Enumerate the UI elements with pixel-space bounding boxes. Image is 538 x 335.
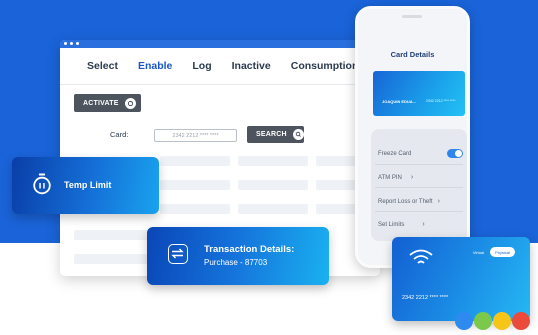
activate-label: ACTIVATE (83, 99, 119, 107)
credit-card-number: 2342 2212 **** **** (402, 295, 449, 301)
window-dot (76, 42, 79, 45)
nav-divider (60, 84, 380, 85)
mini-card[interactable]: JOAQUIN EDUA... 2342 2212 **** **** (373, 71, 465, 116)
setting-label: Report Loss or Theft (378, 198, 433, 205)
phone-screen: Card Details JOAQUIN EDUA... 2342 2212 *… (358, 9, 467, 265)
temp-limit-label: Temp Limit (64, 180, 112, 190)
setting-freeze-card[interactable]: Freeze Card (378, 151, 411, 157)
search-icon (292, 129, 304, 140)
red-dot (512, 312, 530, 330)
activate-button[interactable]: ACTIVATE (74, 94, 141, 112)
table-cell-placeholder (74, 230, 154, 240)
mini-card-number: 2342 2212 **** **** (426, 99, 456, 103)
setting-report-loss[interactable]: Report Loss or Theft › (378, 198, 440, 205)
divider (375, 211, 463, 212)
physical-credit-card[interactable]: Virtual Physical 2342 2212 **** **** (392, 237, 530, 321)
phone-mockup: Card Details JOAQUIN EDUA... 2342 2212 *… (355, 6, 470, 268)
freeze-card-toggle[interactable] (447, 149, 463, 158)
setting-atm-pin[interactable]: ATM PIN › (378, 174, 413, 181)
search-label: SEARCH (256, 131, 287, 138)
blue-dot (455, 312, 473, 330)
divider (375, 187, 463, 188)
contactless-icon (409, 249, 433, 264)
chevron-right-icon: › (410, 174, 414, 181)
window-dot (64, 42, 67, 45)
tab-log[interactable]: Log (192, 60, 211, 72)
card-number-value: 2342 2212 **** **** (172, 132, 219, 139)
card-holder-name: JOAQUIN EDUA... (382, 99, 417, 104)
tab-select[interactable]: Select (87, 60, 118, 72)
chevron-right-icon: › (422, 221, 425, 228)
virtual-toggle[interactable]: Virtual (467, 247, 490, 257)
transaction-subtitle: Purchase - 87703 (204, 258, 268, 267)
table-cell-placeholder (238, 156, 308, 166)
tab-enable[interactable]: Enable (138, 60, 172, 72)
setting-set-limits[interactable]: Set Limits › (378, 221, 425, 228)
transfer-icon (168, 244, 188, 264)
green-dot (474, 312, 492, 330)
table-cell-placeholder (238, 180, 308, 190)
table-cell-placeholder (160, 180, 230, 190)
physical-toggle[interactable]: Physical (490, 247, 515, 257)
phone-speaker (402, 15, 422, 18)
window-dot (70, 42, 73, 45)
setting-label: ATM PIN (378, 174, 402, 181)
transaction-details-card[interactable]: Transaction Details: Purchase - 87703 (147, 227, 329, 285)
nav-tabs: Select Enable Log Inactive Consumption (87, 60, 358, 72)
tab-inactive[interactable]: Inactive (232, 60, 271, 72)
setting-label: Freeze Card (378, 151, 412, 157)
setting-label: Set Limits (378, 221, 405, 228)
yellow-dot (493, 312, 511, 330)
card-details-title: Card Details (390, 50, 435, 59)
transaction-title: Transaction Details: (204, 244, 295, 255)
tab-consumption[interactable]: Consumption (291, 60, 359, 72)
card-settings-panel: Freeze Card ATM PIN › Report Loss or The… (371, 129, 467, 241)
temp-limit-card[interactable]: Temp Limit (12, 157, 159, 214)
toggle-knob (455, 150, 462, 157)
table-cell-placeholder (74, 254, 154, 264)
table-cell-placeholder (160, 156, 230, 166)
search-button[interactable]: SEARCH (247, 126, 304, 143)
card-number-input[interactable]: 2342 2212 **** **** (154, 129, 237, 142)
window-titlebar (60, 40, 380, 48)
divider (375, 164, 463, 165)
timer-icon (33, 173, 51, 195)
activate-icon (124, 97, 136, 109)
table-cell-placeholder (160, 204, 230, 214)
chevron-right-icon: › (437, 198, 440, 205)
table-cell-placeholder (238, 204, 308, 214)
card-label: Card: (110, 130, 129, 139)
